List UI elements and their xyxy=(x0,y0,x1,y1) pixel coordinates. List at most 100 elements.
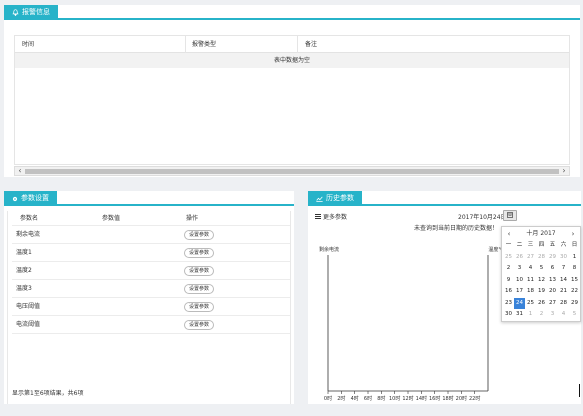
calendar-day[interactable]: 9 xyxy=(503,275,514,287)
calendar-day[interactable]: 10 xyxy=(514,275,525,287)
weekday-header: 四 xyxy=(538,242,545,248)
calendar-day[interactable]: 21 xyxy=(558,286,569,298)
more-params-label: 更多参数 xyxy=(323,214,348,221)
alarm-panel-tab: 报警信息 xyxy=(4,5,58,20)
x-tick-label: 22时 xyxy=(469,395,480,402)
calendar-day[interactable]: 13 xyxy=(547,275,558,287)
param-name: 电流阈值 xyxy=(16,321,41,328)
gear-icon xyxy=(12,196,18,201)
no-data-message: 未查询到当前日期的历史数据！ xyxy=(414,225,499,232)
calendar-day[interactable]: 18 xyxy=(525,286,536,298)
x-tick-label: 18时 xyxy=(442,395,453,402)
date-input[interactable]: 2017年10月24日 xyxy=(458,212,507,221)
calendar-grid: 一二三四五六日 25 26 27 28 29 30 1 2 3 4 5 6 7 8 9 10 11 12 13 14 15… xyxy=(503,240,580,321)
x-tick-label: 14时 xyxy=(416,395,427,402)
calendar-day[interactable]: 14 xyxy=(558,275,569,287)
calendar-day[interactable]: 28 xyxy=(558,298,569,310)
calendar-day[interactable]: 4 xyxy=(558,309,569,321)
table-border xyxy=(7,211,8,404)
x-axis-ticks: 0时 2时 4时 6时 8时 10时 12时 14时 16时 18时 20时 22时 xyxy=(324,391,480,402)
params-panel-tab: 参数设置 xyxy=(4,191,57,206)
weekday-header: 二 xyxy=(516,242,523,248)
calendar-day[interactable]: 6 xyxy=(547,263,558,275)
calendar-day[interactable]: 30 xyxy=(558,252,569,264)
calendar-day[interactable]: 1 xyxy=(569,252,580,264)
column-header-param-name[interactable]: 参数名 xyxy=(20,211,38,226)
calendar-day[interactable]: 2 xyxy=(536,309,547,321)
param-name: 电压阈值 xyxy=(16,303,41,310)
calendar-day[interactable]: 20 xyxy=(547,286,558,298)
calendar-day[interactable]: 8 xyxy=(569,263,580,275)
calendar-icon xyxy=(507,212,513,218)
calendar-day[interactable]: 4 xyxy=(525,263,536,275)
param-name: 温度3 xyxy=(16,285,32,292)
calendar-day[interactable]: 27 xyxy=(525,252,536,264)
calendar-day[interactable]: 30 xyxy=(503,309,514,321)
calendar-day[interactable]: 29 xyxy=(547,252,558,264)
table-border xyxy=(290,211,291,404)
calendar-day[interactable]: 25 xyxy=(503,252,514,264)
table-info: 显示第1至6项结果，共6项 xyxy=(12,390,84,397)
calendar-day[interactable]: 19 xyxy=(536,286,547,298)
history-panel-title: 历史参数 xyxy=(326,194,354,202)
table-row: 电流阈值 设置参数 xyxy=(12,316,290,334)
calendar-day[interactable]: 7 xyxy=(558,263,569,275)
scroll-right-icon[interactable]: › xyxy=(559,166,569,176)
calendar-day[interactable]: 12 xyxy=(536,275,547,287)
calendar-day[interactable]: 23 xyxy=(503,298,514,310)
x-tick-label: 16时 xyxy=(429,395,440,402)
calendar-day[interactable]: 16 xyxy=(503,286,514,298)
calendar-day[interactable]: 2 xyxy=(503,263,514,275)
calendar-day[interactable]: 25 xyxy=(525,298,536,310)
table-row: 温度2 设置参数 xyxy=(12,262,290,280)
calendar-day[interactable]: 11 xyxy=(525,275,536,287)
calendar-day[interactable]: 15 xyxy=(569,275,580,287)
weekday-header: 一 xyxy=(505,242,512,248)
alarm-panel-title: 报警信息 xyxy=(22,8,50,16)
calendar-day[interactable]: 3 xyxy=(514,263,525,275)
set-param-button[interactable]: 设置参数 xyxy=(184,266,215,276)
set-param-button[interactable]: 设置参数 xyxy=(184,230,215,240)
weekday-header: 日 xyxy=(571,242,578,248)
calendar-day[interactable]: 17 xyxy=(514,286,525,298)
list-icon xyxy=(315,214,321,219)
weekday-header: 三 xyxy=(527,242,534,248)
x-tick-label: 0时 xyxy=(324,395,332,402)
calendar-day[interactable]: 31 xyxy=(514,309,525,321)
x-tick-label: 20时 xyxy=(456,395,467,402)
scrollbar-thumb[interactable] xyxy=(25,169,559,174)
calendar-day[interactable]: 28 xyxy=(536,252,547,264)
calendar-day[interactable]: 27 xyxy=(547,298,558,310)
set-param-button[interactable]: 设置参数 xyxy=(184,248,215,258)
column-separator xyxy=(185,36,186,53)
x-tick-label: 10时 xyxy=(389,395,400,402)
calendar-day-selected[interactable]: 24 xyxy=(514,297,525,309)
calendar-day[interactable]: 22 xyxy=(569,286,580,298)
column-header-remark[interactable]: 备注 xyxy=(305,36,317,53)
calendar-day[interactable]: 26 xyxy=(514,252,525,264)
set-param-button[interactable]: 设置参数 xyxy=(184,302,215,312)
calendar-day[interactable]: 29 xyxy=(569,298,580,310)
calendar-button[interactable] xyxy=(503,210,517,221)
calendar-day[interactable]: 3 xyxy=(547,309,558,321)
calendar-day[interactable]: 1 xyxy=(525,309,536,321)
column-header-param-value[interactable]: 参数值 xyxy=(102,211,120,226)
prev-month-icon[interactable]: ‹ xyxy=(504,229,514,239)
scroll-left-icon[interactable]: ‹ xyxy=(15,166,25,176)
bell-icon xyxy=(12,9,19,16)
date-picker-popup: ‹ 十月 2017 › 一二三四五六日 25 26 27 28 29 30 1 2 3 4 5 6 7 8 9… xyxy=(501,226,581,322)
params-table-header: 参数名 参数值 操作 xyxy=(12,211,290,226)
column-header-action[interactable]: 操作 xyxy=(186,211,198,226)
next-month-icon[interactable]: › xyxy=(568,229,578,239)
calendar-day[interactable]: 5 xyxy=(569,309,580,321)
more-params-button[interactable]: 更多参数 xyxy=(315,212,347,221)
column-header-time[interactable]: 时间 xyxy=(22,36,34,53)
calendar-day[interactable]: 26 xyxy=(536,298,547,310)
horizontal-scrollbar[interactable]: ‹ › xyxy=(14,166,570,176)
column-header-alarm-type[interactable]: 报警类型 xyxy=(192,36,216,53)
set-param-button[interactable]: 设置参数 xyxy=(184,284,215,294)
table-empty-message: 表中数据为空 xyxy=(15,53,569,68)
calendar-day[interactable]: 5 xyxy=(536,263,547,275)
calendar-month-title[interactable]: 十月 2017 xyxy=(522,229,560,239)
set-param-button[interactable]: 设置参数 xyxy=(184,320,215,330)
